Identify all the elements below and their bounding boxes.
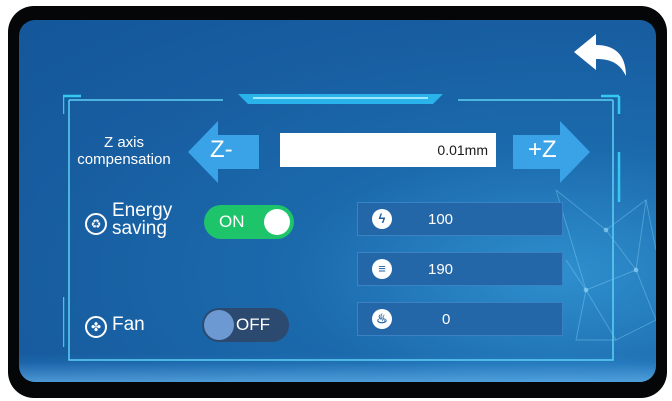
heat-icon: ♨: [372, 309, 392, 329]
z-offset-field[interactable]: [280, 133, 496, 167]
z-increase-button[interactable]: +Z: [513, 121, 590, 183]
fan-toggle-label: OFF: [236, 315, 270, 334]
fan-toggle[interactable]: OFF: [202, 308, 289, 342]
energy-saving-toggle[interactable]: ON: [204, 205, 294, 239]
back-button[interactable]: [570, 30, 632, 80]
settings-screen: Z axis compensation Z- +Z ♻ Energy savin…: [19, 20, 656, 382]
layer-height-value: 190: [428, 261, 454, 278]
energy-saving-label: Energy saving: [112, 200, 192, 239]
layer-height-field[interactable]: ≡ 190: [357, 252, 563, 286]
fan-label: Fan: [112, 314, 145, 335]
toggle-knob: [264, 209, 290, 235]
fan-icon: ✤: [85, 316, 107, 338]
energy-saving-text: Energy saving: [112, 200, 173, 239]
toggle-knob: [204, 310, 234, 340]
heat-value: 0: [442, 311, 451, 328]
speed-value: 100: [428, 211, 454, 228]
layer-height-icon: ≡: [372, 259, 392, 279]
z-axis-compensation-label: Z axis compensation: [77, 134, 171, 168]
z-decrease-button[interactable]: Z-: [188, 121, 259, 183]
speed-field[interactable]: ϟ 100: [357, 202, 563, 236]
energy-toggle-label: ON: [219, 212, 245, 231]
z-decrease-label: Z-: [210, 136, 233, 163]
z-increase-label: +Z: [528, 136, 557, 163]
recycle-icon: ♻: [85, 213, 107, 235]
lightning-icon: ϟ: [372, 209, 392, 229]
back-arrow-icon: [574, 34, 626, 76]
heat-field[interactable]: ♨ 0: [357, 302, 563, 336]
